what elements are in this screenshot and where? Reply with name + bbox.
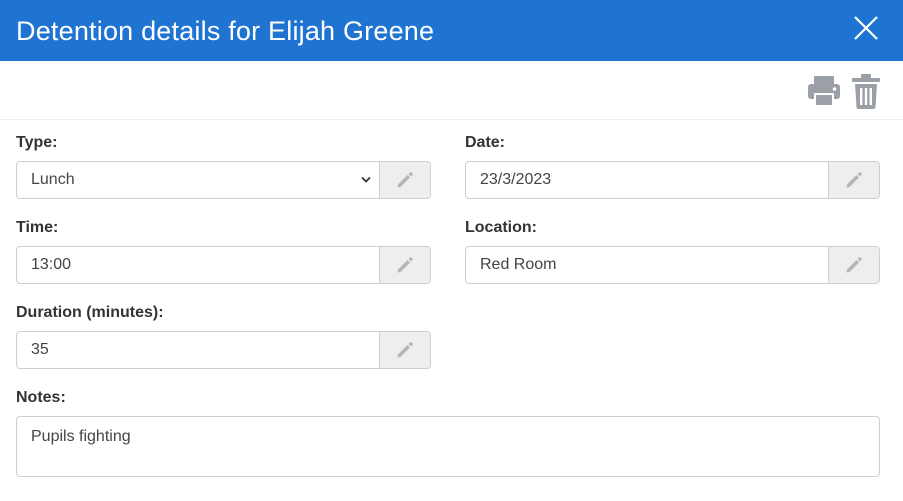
type-edit-button[interactable] — [379, 162, 430, 198]
type-field: Lunch — [16, 161, 431, 199]
pencil-icon — [397, 172, 413, 188]
time-input[interactable]: 13:00 — [17, 247, 379, 283]
date-field: 23/3/2023 — [465, 161, 880, 199]
notes-textarea[interactable]: Pupils fighting — [16, 416, 880, 477]
dialog-title: Detention details for Elijah Greene — [16, 16, 435, 46]
pencil-icon — [846, 172, 862, 188]
date-input[interactable]: 23/3/2023 — [466, 162, 828, 198]
location-label: Location: — [465, 219, 537, 236]
type-label: Type: — [16, 134, 58, 151]
notes-label: Notes: — [16, 389, 66, 406]
duration-edit-button[interactable] — [379, 332, 430, 368]
trash-icon — [852, 74, 880, 109]
time-field: 13:00 — [16, 246, 431, 284]
date-edit-button[interactable] — [828, 162, 879, 198]
print-button[interactable] — [806, 73, 842, 109]
chevron-down-icon — [361, 176, 371, 183]
time-label: Time: — [16, 219, 59, 236]
close-icon — [854, 16, 878, 40]
close-button[interactable] — [848, 10, 884, 46]
location-edit-button[interactable] — [828, 247, 879, 283]
toolbar-divider — [0, 119, 903, 120]
time-edit-button[interactable] — [379, 247, 430, 283]
type-value: Lunch — [31, 171, 75, 188]
pencil-icon — [846, 257, 862, 273]
location-input[interactable]: Red Room — [466, 247, 828, 283]
pencil-icon — [397, 257, 413, 273]
delete-button[interactable] — [850, 72, 882, 110]
date-label: Date: — [465, 134, 506, 151]
location-field: Red Room — [465, 246, 880, 284]
duration-input[interactable]: 35 — [17, 332, 379, 368]
duration-field: 35 — [16, 331, 431, 369]
printer-icon — [808, 76, 840, 106]
duration-label: Duration (minutes): — [16, 304, 164, 321]
type-select[interactable]: Lunch — [17, 162, 379, 198]
dialog-header: Detention details for Elijah Greene — [0, 0, 903, 61]
pencil-icon — [397, 342, 413, 358]
